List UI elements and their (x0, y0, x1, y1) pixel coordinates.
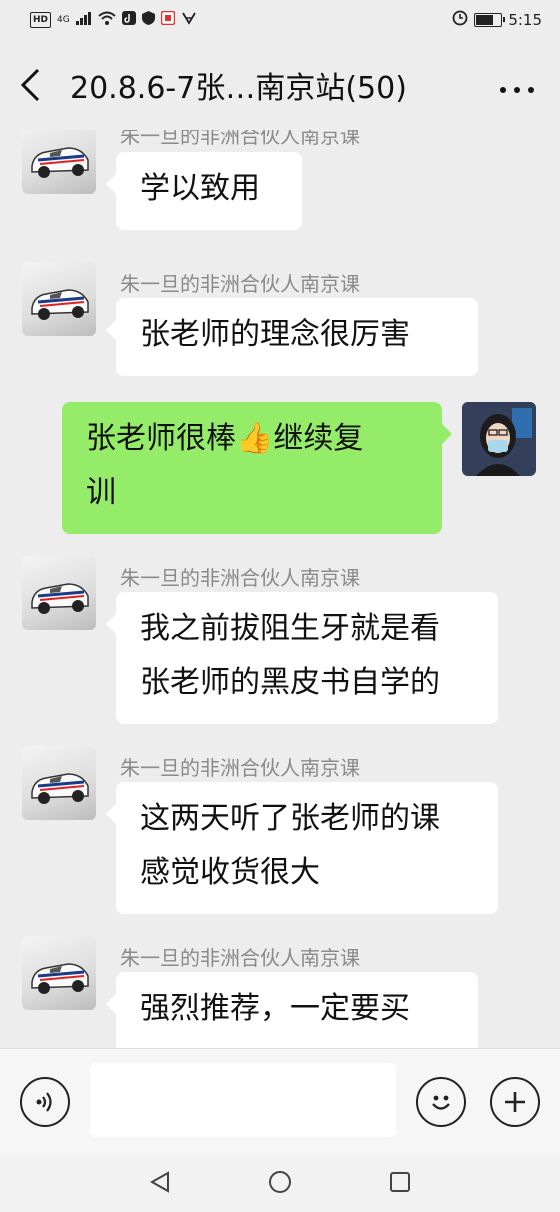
message-text: 这两天听了张老师的课 (140, 801, 440, 836)
sender-name: 朱一旦的非洲合伙人南京课 (120, 566, 360, 590)
clock-time: 5:15 (508, 11, 542, 29)
tiktok-icon (121, 11, 136, 29)
notification-icon (160, 10, 175, 29)
message-text: 张老师的黑皮书自学的 (140, 665, 440, 700)
nav-recents-icon[interactable] (388, 1170, 412, 1198)
nav-home-icon[interactable] (268, 1170, 292, 1198)
network-badge: 4G (57, 15, 70, 25)
chat-header: 20.8.6-7张…南京站(50) (0, 40, 560, 130)
message-text: 训 (86, 475, 116, 510)
sender-name: 朱一旦的非洲合伙人南京课 (120, 272, 360, 296)
sender-name: 朱一旦的非洲合伙人南京课 (120, 946, 360, 970)
message-input[interactable] (90, 1063, 396, 1137)
message-bubble[interactable]: 张老师很棒👍继续复 训 (62, 402, 452, 534)
nav-back-icon[interactable] (148, 1170, 172, 1198)
message-bubble[interactable]: 这两天听了张老师的课 感觉收货很大 (106, 782, 498, 914)
battery-icon (474, 13, 506, 27)
message-text: 张老师很棒👍继续复 (86, 421, 364, 456)
message-bubble[interactable]: 我之前拔阻生牙就是看 张老师的黑皮书自学的 (106, 592, 498, 724)
signal-icon (75, 11, 92, 29)
avatar[interactable] (22, 130, 96, 194)
hd-badge: HD (30, 12, 52, 28)
chevron-left-icon[interactable] (18, 55, 58, 115)
chat-title: 20.8.6-7张…南京站(50) (70, 71, 407, 106)
message-bubble[interactable]: 强烈推荐，一定要买 (106, 972, 478, 1048)
avatar[interactable] (22, 746, 96, 820)
message-text: 张老师的理念很厉害 (140, 317, 410, 352)
more-icon[interactable] (492, 68, 542, 103)
status-bar: HD 4G 5:15 (0, 0, 560, 40)
voice-icon[interactable] (20, 1077, 70, 1127)
message-text: 感觉收货很大 (140, 855, 320, 890)
app-icon (181, 11, 197, 29)
plus-icon[interactable] (490, 1077, 540, 1127)
input-bar (0, 1048, 560, 1155)
emoji-icon[interactable] (416, 1077, 466, 1127)
message-list[interactable]: 朱一旦的非洲合伙人南京课 学以致用 朱一旦的非洲合伙人南京课 张老师的理念很厉害… (0, 130, 560, 1048)
message-text: 学以致用 (140, 171, 260, 206)
message-bubble[interactable]: 张老师的理念很厉害 (106, 298, 478, 376)
shield-icon (141, 11, 155, 29)
sender-name: 朱一旦的非洲合伙人南京课 (120, 756, 360, 780)
message-bubble[interactable]: 学以致用 (106, 152, 302, 230)
message-text: 我之前拔阻生牙就是看 (140, 611, 440, 646)
avatar[interactable] (22, 262, 96, 336)
sender-name: 朱一旦的非洲合伙人南京课 (120, 130, 360, 148)
message-text: 强烈推荐，一定要买 (140, 991, 410, 1026)
system-nav-bar (0, 1154, 560, 1212)
avatar[interactable] (22, 556, 96, 630)
wifi-icon (98, 11, 116, 29)
avatar[interactable] (22, 936, 96, 1010)
my-avatar[interactable] (462, 402, 536, 476)
alarm-icon (452, 10, 468, 30)
